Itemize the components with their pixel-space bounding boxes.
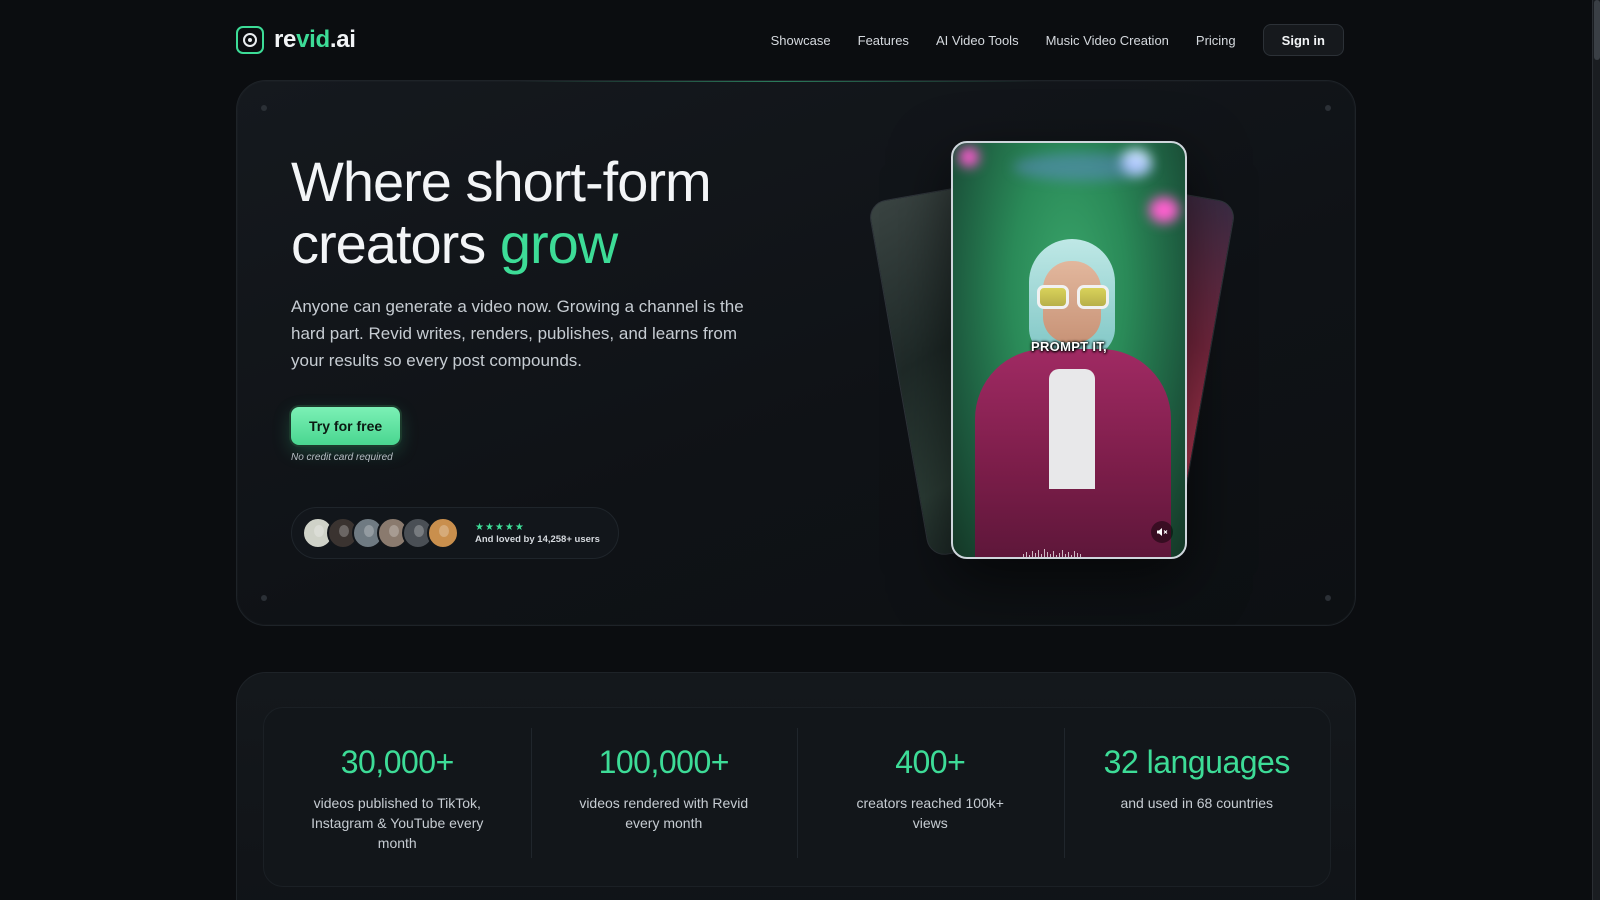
stat-videos-published: 30,000+ videos published to TikTok, Inst… [264, 708, 531, 886]
avatar [427, 517, 459, 549]
nav-links: Showcase Features AI Video Tools Music V… [771, 24, 1344, 56]
social-proof-pill: ★★★★★ And loved by 14,258+ users [291, 507, 619, 559]
corner-dot [261, 105, 267, 111]
stat-value: 32 languages [1103, 744, 1291, 780]
headline-line-1: Where short-form [291, 150, 712, 213]
stats-row: 30,000+ videos published to TikTok, Inst… [263, 707, 1331, 887]
nav-link-pricing[interactable]: Pricing [1196, 33, 1236, 48]
page-scrollbar[interactable] [1592, 0, 1600, 900]
stat-value: 30,000+ [340, 744, 455, 780]
stats-section: 30,000+ videos published to TikTok, Inst… [236, 672, 1356, 900]
stat-description: videos rendered with Revid every month [579, 795, 749, 831]
nav-link-ai-video-tools[interactable]: AI Video Tools [936, 33, 1019, 48]
stat-creators-reached: 400+ creators reached 100k+ views [797, 708, 1064, 886]
hero-top-highlight [517, 81, 1037, 82]
try-for-free-button[interactable]: Try for free [291, 407, 401, 445]
headline-accent-word: grow [499, 212, 618, 275]
video-preview-player[interactable]: PROMPT IT, [951, 141, 1187, 559]
rating-block: ★★★★★ And loved by 14,258+ users [475, 522, 600, 545]
stat-languages: 32 languages and used in 68 countries [1063, 708, 1331, 886]
top-navigation: revid.ai Showcase Features AI Video Tool… [236, 22, 1344, 58]
stat-description: and used in 68 countries [1120, 795, 1274, 811]
audio-waveform [1023, 549, 1133, 557]
user-avatars [302, 517, 459, 549]
headline-line-2: creators [291, 212, 500, 275]
no-credit-card-note: No credit card required [291, 452, 393, 463]
volume-mute-icon[interactable] [1151, 521, 1173, 543]
hero-section: Where short-form creators grow Anyone ca… [236, 80, 1356, 626]
stat-description: videos published to TikTok, Instagram & … [311, 795, 484, 851]
stat-value: 400+ [895, 744, 966, 780]
corner-dot [261, 595, 267, 601]
logo-wordmark: revid.ai [274, 26, 356, 53]
sunglasses [1037, 285, 1109, 311]
hero-headline: Where short-form creators grow [291, 151, 851, 275]
sign-in-button[interactable]: Sign in [1262, 24, 1344, 56]
corner-dot [1325, 105, 1331, 111]
nav-link-showcase[interactable]: Showcase [771, 33, 831, 48]
nav-link-music-video-creation[interactable]: Music Video Creation [1046, 33, 1169, 48]
stat-description: creators reached 100k+ views [856, 795, 1004, 831]
stage-light [959, 147, 979, 167]
star-rating-icon: ★★★★★ [475, 521, 525, 533]
corner-dot [1325, 595, 1331, 601]
person-shirt [1049, 369, 1095, 489]
scrollbar-thumb[interactable] [1594, 0, 1600, 60]
logo-camera-icon [236, 26, 264, 54]
stat-value: 100,000+ [598, 744, 730, 780]
hero-subtext: Anyone can generate a video now. Growing… [291, 297, 744, 370]
nav-link-features[interactable]: Features [858, 33, 909, 48]
video-preview-stack: PROMPT IT, [867, 141, 1237, 561]
stat-videos-rendered: 100,000+ videos rendered with Revid ever… [530, 708, 798, 886]
stage-light [1149, 197, 1179, 223]
revid-logo[interactable]: revid.ai [236, 26, 356, 54]
loved-by-text: And loved by 14,258+ users [475, 533, 600, 545]
stage-light-bar [1013, 153, 1153, 181]
video-caption: PROMPT IT, [1031, 339, 1107, 354]
